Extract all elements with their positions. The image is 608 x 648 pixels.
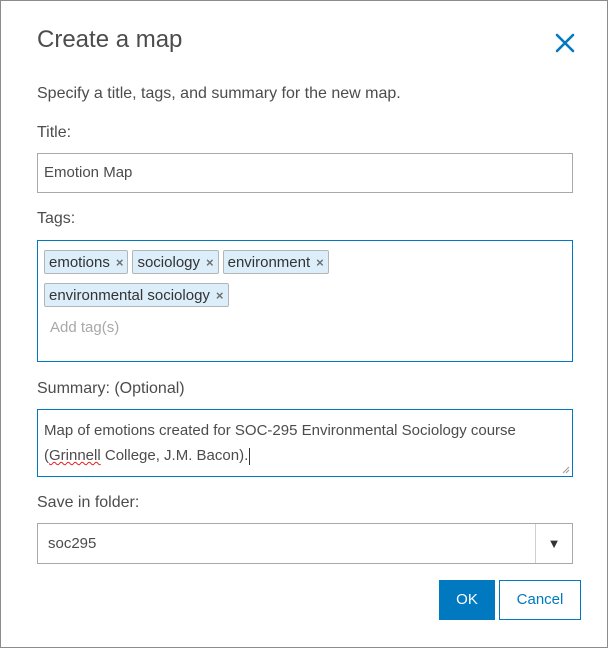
tag-chip-environmental-sociology: environmental sociology × [44,283,229,307]
folder-label: Save in folder: [37,494,140,511]
tag-chip-environment: environment × [222,250,329,274]
create-map-dialog: Create a map Specify a title, tags, and … [0,0,608,648]
tags-input[interactable]: emotions × sociology × environment × env… [37,240,573,362]
summary-line-2: (Grinnell College, J.M. Bacon). [44,443,566,468]
tag-label: environmental sociology [49,286,210,304]
tags-row-2: environmental sociology × [44,283,566,316]
remove-tag-icon[interactable]: × [116,255,124,270]
tags-row-1: emotions × sociology × environment × [44,250,566,283]
spellcheck-word: Grinnell [49,447,101,464]
dialog-title: Create a map [37,26,183,53]
summary-line-1: Map of emotions created for SOC-295 Envi… [44,422,516,439]
add-tag-input[interactable]: Add tag(s) [50,316,566,340]
remove-tag-icon[interactable]: × [216,288,224,303]
title-label: Title: [37,124,72,141]
tag-label: emotions [49,253,110,271]
tag-chip-sociology: sociology × [132,250,219,274]
ok-button[interactable]: OK [439,580,495,620]
remove-tag-icon[interactable]: × [206,255,214,270]
cancel-button[interactable]: Cancel [499,580,581,620]
dialog-description: Specify a title, tags, and summary for t… [37,85,401,102]
folder-select-value: soc295 [48,535,97,552]
tag-label: environment [227,253,311,271]
summary-label: Summary: (Optional) [37,380,185,397]
summary-textarea[interactable]: Map of emotions created for SOC-295 Envi… [37,409,573,477]
close-icon[interactable] [553,31,577,55]
folder-select[interactable]: soc295 ▼ [37,523,573,564]
resize-grip-icon[interactable] [562,466,570,474]
summary-line-2-rest: College, J.M. Bacon). [100,447,249,464]
tag-chip-emotions: emotions × [44,250,129,274]
tag-label: sociology [137,253,201,271]
title-input[interactable]: Emotion Map [37,153,573,193]
text-cursor [249,447,251,465]
dropdown-arrow-icon[interactable]: ▼ [535,524,572,563]
remove-tag-icon[interactable]: × [316,255,324,270]
tags-label: Tags: [37,210,76,227]
title-input-value: Emotion Map [44,164,133,181]
